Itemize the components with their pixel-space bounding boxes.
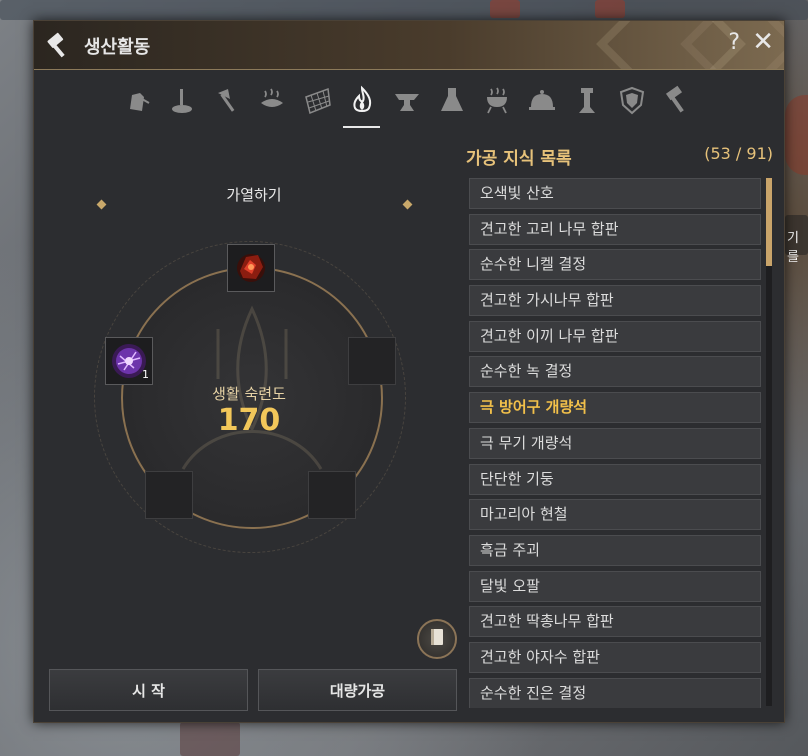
- recipe-item[interactable]: 마고리아 현철: [469, 499, 761, 531]
- ingredient-slot-bottom-right[interactable]: [308, 471, 356, 519]
- diamond-left-icon: [96, 199, 107, 210]
- mastery-value: 170: [217, 403, 281, 438]
- title-bar[interactable]: 생산활동 ? ✕: [34, 21, 784, 70]
- ingredient-slot-top[interactable]: [227, 244, 275, 292]
- recipe-item[interactable]: 견고한 이끼 나무 합판: [469, 320, 761, 352]
- production-tabs: [114, 79, 699, 128]
- tab-anvil[interactable]: [384, 79, 429, 125]
- fire-icon: [347, 85, 377, 119]
- tab-hammer[interactable]: [654, 79, 699, 125]
- flask-icon: [437, 85, 467, 119]
- hammer-icon: [662, 85, 692, 119]
- process-name: 가열하기: [226, 186, 282, 204]
- tab-alchemy-stir[interactable]: [159, 79, 204, 125]
- help-button[interactable]: ?: [728, 30, 740, 55]
- production-window: 생산활동 ? ✕ 가열하기 생활 숙련도 170 1 시 작 대량가공 가공 지…: [33, 20, 785, 723]
- tab-fishing[interactable]: [249, 79, 294, 125]
- recipe-item[interactable]: 견고한 가시나무 합판: [469, 285, 761, 317]
- ingredient-slot-bottom-left[interactable]: [145, 471, 193, 519]
- shield-icon: [617, 85, 647, 119]
- grill-icon: [482, 85, 512, 119]
- start-button[interactable]: 시 작: [49, 669, 248, 711]
- fishing-icon: [257, 85, 287, 119]
- slot-quantity: 1: [142, 368, 149, 381]
- tab-flask[interactable]: [429, 79, 474, 125]
- tab-fire[interactable]: [339, 79, 384, 128]
- recipe-item[interactable]: 견고한 고리 나무 합판: [469, 213, 761, 245]
- tab-axe[interactable]: [204, 79, 249, 125]
- scrollbar-thumb[interactable]: [766, 178, 772, 266]
- tab-tower[interactable]: [564, 79, 609, 125]
- recipe-list-count: (53 / 91): [704, 144, 773, 163]
- bulk-process-button[interactable]: 대량가공: [258, 669, 457, 711]
- recipe-item[interactable]: 순수한 니켈 결정: [469, 249, 761, 281]
- recipe-item[interactable]: 견고한 야자수 합판: [469, 641, 761, 673]
- recipe-list-title: 가공 지식 목록: [466, 149, 572, 169]
- tab-gathering[interactable]: [114, 79, 159, 125]
- hammer-icon: [44, 31, 72, 59]
- recipe-item[interactable]: 견고한 딱총나무 합판: [469, 606, 761, 638]
- anvil-icon: [392, 85, 422, 119]
- axe-icon: [212, 85, 242, 119]
- recipe-item[interactable]: 단단한 기둥: [469, 463, 761, 495]
- recipe-item[interactable]: 순수한 녹 결정: [469, 356, 761, 388]
- close-button[interactable]: ✕: [752, 27, 774, 57]
- recipe-item[interactable]: 극 무기 개량석: [469, 427, 761, 459]
- recipe-item[interactable]: 흑금 주괴: [469, 534, 761, 566]
- ingredient-slot-right[interactable]: [348, 337, 396, 385]
- recipe-book-button[interactable]: [417, 619, 457, 659]
- recipe-scrollbar[interactable]: [766, 178, 772, 706]
- recipe-item[interactable]: 극 방어구 개량석: [469, 392, 761, 424]
- gathering-icon: [122, 85, 152, 119]
- recipe-item[interactable]: 순수한 진은 결정: [469, 677, 761, 708]
- recipe-list: 오색빛 산호 견고한 고리 나무 합판 순수한 니켈 결정 견고한 가시나무 합판 견고…: [469, 178, 761, 708]
- fire-ore-icon: [228, 254, 274, 295]
- tab-shield[interactable]: [609, 79, 654, 125]
- recipe-item[interactable]: 달빛 오팔: [469, 570, 761, 602]
- diamond-right-icon: [402, 199, 413, 210]
- tower-icon: [572, 85, 602, 119]
- tab-net[interactable]: [294, 79, 339, 125]
- alchemy-stir-icon: [167, 85, 197, 119]
- recipe-list-panel: 가공 지식 목록 (53 / 91) 오색빛 산호견고한 고리 나무 합판순수한…: [466, 136, 781, 721]
- processing-panel: 가열하기 생활 숙련도 170 1 시 작 대량가공: [34, 131, 464, 721]
- background-side-label: 기를: [787, 231, 799, 265]
- tab-grill[interactable]: [474, 79, 519, 125]
- mastery-label: 생활 숙련도: [212, 385, 286, 403]
- window-title: 생산활동: [84, 37, 151, 58]
- tab-cloche[interactable]: [519, 79, 564, 125]
- book-icon: [427, 627, 447, 651]
- net-icon: [302, 85, 332, 119]
- cloche-icon: [527, 85, 557, 119]
- recipe-item[interactable]: 오색빛 산호: [469, 178, 761, 209]
- ingredient-slot-left[interactable]: 1: [105, 337, 153, 385]
